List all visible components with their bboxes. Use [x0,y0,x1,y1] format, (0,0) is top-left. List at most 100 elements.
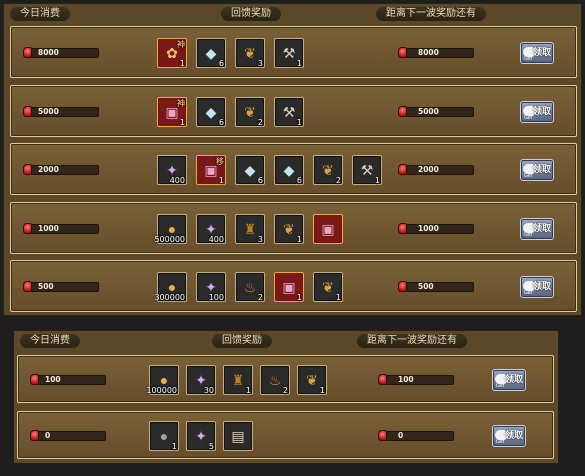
reward-slot[interactable]: ● 300000 [154,272,187,302]
remaining-amount: 500 [418,282,434,291]
reward-slot[interactable]: ❦ 1 [274,213,304,244]
item-count: 2 [257,117,263,127]
reward-slot[interactable]: ♜ 1 [223,365,253,395]
scroll-icon: ▣ [321,220,335,237]
remaining-bar [406,223,474,234]
reward-slot[interactable]: ✦ 100 [196,272,226,302]
item-count: 1 [218,176,224,185]
get-label: Get [524,114,533,121]
item-count: 1 [296,234,302,244]
reward-slot[interactable]: ❦ 1 [313,272,343,302]
item-count: 6 [218,117,224,127]
reward-slot[interactable]: ✿ 神 1 [157,38,187,68]
panel-header: 今日消费 回馈奖励 距离下一波奖励还有 [4,4,581,23]
remaining-amount: 8000 [418,48,439,57]
get-label: Get [496,439,505,445]
item-count: 2 [257,293,263,302]
claim-button[interactable]: 领取 Get [520,276,554,298]
item-count: 1 [319,386,325,395]
item-count: 1 [374,176,380,185]
reward-slot[interactable]: ● 500000 [154,213,187,244]
claim-button[interactable]: 领取 Get [520,100,554,123]
remaining-bar [406,48,474,58]
spend-amount: 5000 [38,106,59,116]
claim-button[interactable]: 领取 Get [520,217,554,240]
header-today-spend: 今日消费 [20,334,80,348]
reward-row: 8000 ✿ 神 1 ◆ 6 ❦ 3 ⚒ 1 8000 领取 Get [10,26,577,78]
reward-row: 1000 ● 500000 ✦ 400 ♜ 3 ❦ 1 ▣ 1000 领取 Get [10,201,577,254]
reward-slot[interactable]: ❦ 1 [297,365,327,395]
reward-slot[interactable]: ⚒ 1 [274,38,304,68]
reward-slot[interactable]: ⚒ 1 [352,155,382,185]
get-label: Get [524,56,533,62]
reward-slot[interactable]: ▣ 神 1 [157,96,187,127]
reward-slot[interactable]: ♨ 2 [260,365,290,395]
reward-slot[interactable]: ✦ 400 [196,213,226,244]
remaining-amount: 1000 [418,223,439,233]
item-count: 1 [296,293,302,302]
header-remaining: 距离下一波奖励还有 [376,7,486,21]
reward-slot[interactable]: ◆ 6 [196,96,226,127]
get-label: Get [524,290,533,296]
reward-slot[interactable]: ❦ 3 [235,38,265,68]
claim-button[interactable]: 领取 Get [520,159,554,181]
item-count: 300000 [154,293,185,302]
claim-button[interactable]: 领取 Get [492,425,526,447]
item-count: 5 [208,442,214,451]
item-count: 1 [335,293,341,302]
tag-label: 神 [177,98,185,108]
claim-button[interactable]: 领取 Get [492,369,526,391]
reward-slot[interactable]: ♨ 2 [235,272,265,302]
reward-row: 2000 ✦ 400 ▣ 移 1 ◆ 6 ◆ 6 ❦ 2 ⚒ 1 2000 领取 Get [10,143,577,195]
spend-amount: 0 [45,431,51,440]
reward-slot[interactable]: ✦ 400 [157,155,187,185]
reward-slot[interactable]: ▣ 移 1 [196,155,226,185]
reward-slot[interactable]: ♜ 3 [235,213,265,244]
reward-row: 0 ● 1 ✦ 5 ▤ 0 领取 Get [17,411,554,459]
reward-slot[interactable]: ✦ 30 [186,365,216,395]
remaining-amount: 5000 [418,106,439,116]
claim-label: 领取 [532,223,551,234]
reward-slot[interactable]: ❦ 2 [313,155,343,185]
header-today-spend: 今日消费 [10,7,70,21]
item-count: 1 [245,386,251,395]
remaining-amount: 0 [398,431,404,440]
item-count: 6 [296,176,302,185]
item-count: 400 [208,234,224,244]
rewards-panel-top: 今日消费 回馈奖励 距离下一波奖励还有 8000 ✿ 神 1 ◆ 6 ❦ 3 ⚒ 1 8000 领取 G… [3,3,582,316]
reward-slot[interactable]: ◆ 6 [235,155,265,185]
tag-label: 神 [177,40,185,49]
reward-slot[interactable]: ● 100000 [146,365,179,395]
reward-row: 500 ● 300000 ✦ 100 ♨ 2 ▣ 1 ❦ 1 500 领取 Get [10,260,577,312]
claim-label: 领取 [532,282,551,292]
tag-label: 移 [216,157,224,166]
get-label: Get [524,231,533,238]
paper-icon: ▤ [231,428,245,444]
item-count: 400 [169,176,185,185]
item-count: 100 [208,293,224,302]
item-count: 500000 [154,234,185,244]
header-remaining: 距离下一波奖励还有 [357,334,467,348]
reward-slot[interactable]: ✦ 5 [186,421,216,451]
reward-slot[interactable]: ◆ 6 [274,155,304,185]
get-label: Get [524,173,533,179]
item-count: 6 [218,59,224,68]
claim-label: 领取 [504,375,523,385]
panel-header: 今日消费 回馈奖励 距离下一波奖励还有 [14,331,558,350]
reward-slot[interactable]: ▣ [313,213,343,244]
reward-slot[interactable]: ▣ 1 [274,272,304,302]
item-count: 1 [296,59,302,68]
reward-slot[interactable]: ◆ 6 [196,38,226,68]
reward-slot[interactable]: ❦ 2 [235,96,265,127]
item-count: 30 [203,386,214,395]
item-count: 6 [257,176,263,185]
header-reward: 回馈奖励 [221,7,281,21]
reward-slot[interactable]: ▤ [223,421,253,451]
claim-button[interactable]: 领取 Get [520,42,554,64]
reward-row: 100 ● 100000 ✦ 30 ♜ 1 ♨ 2 ❦ 1 100 领取 Get [17,355,554,403]
claim-label: 领取 [532,165,551,175]
reward-slot[interactable]: ⚒ 1 [274,96,304,127]
spend-amount: 1000 [38,223,59,233]
claim-label: 领取 [504,431,523,441]
reward-slot[interactable]: ● 1 [149,421,179,451]
